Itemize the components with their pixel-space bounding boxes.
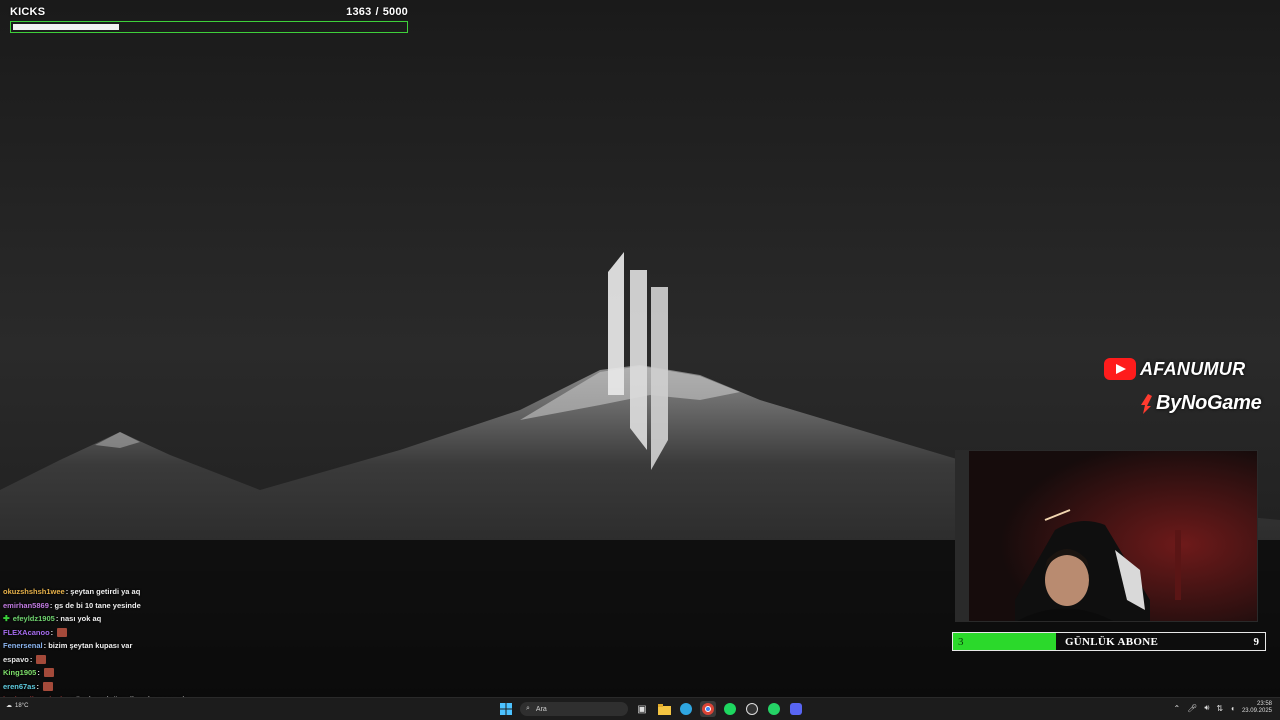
kicks-goal-widget: KICKS 1363 / 5000 xyxy=(10,6,408,33)
subscriber-goal-value: 9 xyxy=(1253,635,1260,648)
kicks-progress-bar xyxy=(10,21,408,33)
chat-username: efeyldz1905 xyxy=(12,614,55,623)
chat-message: espavo: xyxy=(3,653,303,667)
subscriber-goal-label: GÜNLÜK ABONE xyxy=(1064,635,1159,648)
volume-icon[interactable]: ◖ xyxy=(1230,704,1235,713)
clock-date: 23.09.2025 xyxy=(1241,708,1272,714)
chat-text: : xyxy=(29,654,33,664)
chat-text: : xyxy=(50,627,54,637)
chat-username: espavo xyxy=(3,654,29,664)
chat-message: King1905: xyxy=(3,666,303,680)
chat-message: emirhan5869: gs de bi 10 tane yesinde xyxy=(3,599,303,613)
chat-emote-icon xyxy=(43,681,54,691)
chat-username: eren67as xyxy=(3,681,36,691)
youtube-channel-name: AFANUMUR xyxy=(1140,358,1246,379)
kicks-label: KICKS xyxy=(10,6,46,18)
spotify-icon[interactable] xyxy=(722,701,738,717)
chat-message: FLEXAcanoo: xyxy=(3,626,303,640)
search-placeholder: Ara xyxy=(535,705,547,713)
chat-message: okuzshshsh1wee: şeytan getirdi ya aq xyxy=(3,585,303,599)
weather-widget[interactable]: ☁ 18°C xyxy=(6,702,29,710)
whatsapp-icon[interactable] xyxy=(766,701,782,717)
subscriber-current: 3 xyxy=(958,635,964,648)
bynogame-logo-icon xyxy=(1141,393,1152,414)
chrome-icon[interactable] xyxy=(700,701,716,717)
chat-badge-icon: ✚ xyxy=(3,614,10,623)
weather-icon: ☁ xyxy=(6,703,12,709)
taskbar-search[interactable]: ⌕ Ara xyxy=(520,702,628,716)
windows-taskbar: ☁ 18°C ⌕ Ara ▣ ⌃ 🎤︎ 🔊︎ ⇅ ◖ 23:58 23.09.2… xyxy=(0,697,1280,720)
chat-emote-icon xyxy=(43,668,54,678)
kicks-progress-fill xyxy=(13,24,119,30)
edge-icon[interactable] xyxy=(678,701,694,717)
chat-username: FLEXAcanoo xyxy=(3,627,50,637)
youtube-icon xyxy=(1104,358,1136,380)
file-explorer-icon[interactable] xyxy=(656,701,672,717)
chat-text: : xyxy=(37,668,40,677)
search-icon: ⌕ xyxy=(526,705,530,712)
sponsor-name: ByNoGame xyxy=(1156,392,1262,414)
chat-text: : nası yok aq xyxy=(55,614,102,623)
network-icon[interactable]: ⇅ xyxy=(1216,704,1223,713)
microphone-icon[interactable]: 🎤︎ xyxy=(1187,704,1197,713)
chat-emote-icon xyxy=(57,627,68,637)
taskbar-apps: ⌕ Ara ▣ xyxy=(498,700,804,718)
chat-username: okuzshshsh1wee xyxy=(3,587,65,596)
subscriber-progress-fill: 3 xyxy=(953,633,1056,650)
webcam-feed xyxy=(955,450,1258,622)
chat-text: : şeytan getirdi ya aq xyxy=(65,587,141,596)
youtube-branding: AFANUMUR xyxy=(1104,358,1245,380)
chat-message: eren67as: xyxy=(3,680,303,694)
clock-time: 23:58 xyxy=(1256,701,1272,707)
system-tray: ⌃ 🎤︎ 🔊︎ ⇅ ◖ 23:58 23.09.2025 xyxy=(1174,701,1272,715)
kicks-count: 1363 / 5000 xyxy=(346,6,408,18)
daily-subscriber-goal: 3 GÜNLÜK ABONE 9 xyxy=(952,632,1266,651)
speaker-icon[interactable]: 🔊︎ xyxy=(1204,703,1209,713)
chat-username: emirhan5869 xyxy=(3,600,49,610)
windows-start-icon[interactable] xyxy=(498,701,514,717)
chat-emote-icon xyxy=(36,654,47,664)
clock[interactable]: 23:58 23.09.2025 xyxy=(1242,701,1272,715)
chat-username: King1905 xyxy=(3,668,37,677)
chat-text: : xyxy=(36,681,40,691)
chat-text: : bizim şeytan kupası var xyxy=(43,641,133,650)
obs-icon[interactable] xyxy=(744,701,760,717)
webcam-frame xyxy=(955,450,1258,622)
chat-message: Fenersenal: bizim şeytan kupası var xyxy=(3,639,303,653)
discord-icon[interactable] xyxy=(788,701,804,717)
chat-text: : gs de bi 10 tane yesinde xyxy=(49,600,141,610)
chat-username: Fenersenal xyxy=(3,641,43,650)
sponsor-branding: ByNoGame xyxy=(1138,392,1262,415)
weather-temp: 18°C xyxy=(15,702,29,709)
chat-message: ✚ efeyldz1905: nası yok aq xyxy=(3,612,303,626)
task-view-icon[interactable]: ▣ xyxy=(634,701,650,717)
chevron-up-icon[interactable]: ⌃ xyxy=(1174,704,1181,713)
